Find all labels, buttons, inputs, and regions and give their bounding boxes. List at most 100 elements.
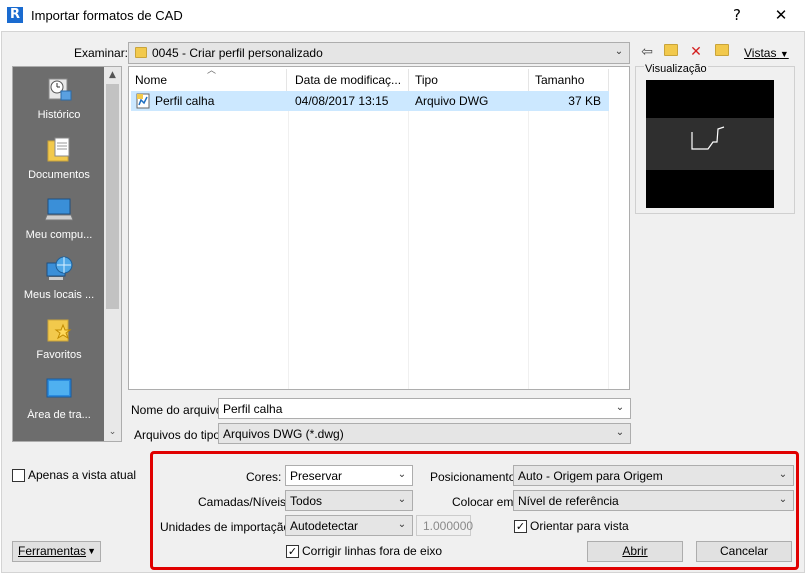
place-label: Documentos (28, 169, 90, 181)
tools-label: Ferramentas (18, 544, 87, 558)
desktop-icon (45, 375, 73, 403)
preview-band (646, 118, 774, 170)
current-view-only-checkbox[interactable] (12, 469, 25, 482)
place-documents[interactable]: Documentos (13, 135, 105, 181)
layers-value: Todos (290, 494, 323, 508)
positioning-label: Posicionamento: (430, 470, 519, 484)
file-type: Arquivo DWG (415, 94, 489, 108)
layers-dropdown[interactable]: Todos ⌄ (285, 490, 413, 511)
positioning-dropdown[interactable]: Auto - Origem para Origem ⌄ (513, 465, 794, 486)
place-label: Favoritos (36, 349, 82, 361)
views-label: Vistas (744, 46, 777, 60)
column-divider (528, 91, 529, 389)
place-history[interactable]: Histórico (13, 75, 105, 121)
help-button[interactable]: ? (724, 4, 750, 26)
back-arrow-icon[interactable]: ⇦ (637, 43, 657, 61)
network-globe-icon (45, 255, 73, 283)
place-desktop[interactable]: Área de tra... (13, 375, 105, 421)
folder-icon (135, 47, 147, 58)
computer-icon (44, 195, 74, 223)
caret-down-icon: ▼ (87, 546, 96, 556)
import-units-value: Autodetectar (290, 519, 359, 533)
column-divider (288, 91, 289, 389)
file-modified: 04/08/2017 13:15 (295, 94, 389, 108)
column-header-type[interactable]: Tipo (409, 69, 529, 91)
table-row[interactable]: Perfil calha 04/08/2017 13:15 Arquivo DW… (131, 91, 609, 111)
dwg-file-icon (135, 93, 151, 112)
views-menu[interactable]: Vistas ▼ (744, 46, 789, 60)
correct-lines-checkbox[interactable]: ✓ (286, 545, 299, 558)
orient-to-view-label: Orientar para vista (530, 519, 629, 533)
filetype-dropdown[interactable]: Arquivos DWG (*.dwg) ⌄ (218, 423, 631, 444)
new-folder-button[interactable] (712, 43, 732, 61)
layers-label: Camadas/Níveis: (198, 495, 290, 509)
window-title: Importar formatos de CAD (31, 8, 183, 23)
filename-input[interactable]: Perfil calha ⌄ (218, 398, 631, 419)
filename-label: Nome do arquivo: (131, 403, 226, 417)
place-at-dropdown[interactable]: Nível de referência ⌄ (513, 490, 794, 511)
caret-down-icon: ▼ (779, 49, 789, 59)
filetype-label: Arquivos do tipo: (134, 428, 224, 442)
file-list: ︿ Nome Data de modificaç... Tipo Tamanho… (128, 66, 630, 390)
new-folder-icon (715, 44, 729, 56)
look-in-label: Examinar: (74, 46, 129, 60)
cancel-button[interactable]: Cancelar (696, 541, 792, 562)
place-at-label: Colocar em: (452, 495, 517, 509)
chevron-down-icon: ⌄ (615, 427, 625, 438)
orient-to-view-checkbox[interactable]: ✓ (514, 520, 527, 533)
look-in-value: 0045 - Criar perfil personalizado (152, 46, 323, 60)
gutter-profile-drawing (691, 126, 725, 150)
colors-label: Cores: (246, 470, 282, 484)
import-scale-value: 1.000000 (423, 519, 474, 533)
filetype-value: Arquivos DWG (*.dwg) (223, 427, 344, 441)
place-label: Meu compu... (25, 229, 93, 241)
place-network[interactable]: Meus locais ... (13, 255, 105, 301)
look-in-dropdown[interactable]: 0045 - Criar perfil personalizado ⌄ (128, 42, 630, 64)
chevron-down-icon: ⌄ (778, 469, 788, 480)
place-label: Histórico (37, 109, 81, 121)
chevron-down-icon: ⌄ (397, 519, 407, 530)
column-header-size[interactable]: Tamanho (529, 69, 609, 91)
place-at-value: Nível de referência (518, 494, 619, 508)
colors-value: Preservar (290, 469, 343, 483)
import-units-label: Unidades de importação: (160, 520, 294, 534)
place-favorites[interactable]: Favoritos (13, 315, 105, 361)
scrollbar-thumb[interactable] (106, 84, 119, 309)
places-scrollbar[interactable]: ▲ ⌄ (104, 67, 121, 441)
correct-lines-label: Corrigir linhas fora de eixo (302, 544, 443, 558)
column-divider (408, 91, 409, 389)
open-label: Abrir (622, 544, 648, 558)
places-bar: Histórico Documentos Meu compu... Meus l… (12, 66, 122, 442)
positioning-value: Auto - Origem para Origem (518, 469, 663, 483)
documents-folder-icon (45, 135, 73, 163)
filename-value: Perfil calha (223, 402, 283, 416)
scroll-up-icon[interactable]: ▲ (104, 67, 121, 84)
preview-label: Visualização (644, 63, 708, 75)
file-size: 37 KB (568, 94, 601, 108)
chevron-down-icon: ⌄ (615, 402, 625, 413)
tools-button[interactable]: Ferramentas ▼ (12, 541, 101, 562)
title-bar: R Importar formatos de CAD ? ✕ (0, 0, 806, 31)
chevron-down-icon: ⌄ (397, 494, 407, 505)
column-header-modified[interactable]: Data de modificaç... (289, 69, 409, 91)
colors-dropdown[interactable]: Preservar ⌄ (285, 465, 413, 486)
place-computer[interactable]: Meu compu... (13, 195, 105, 241)
chevron-down-icon: ⌄ (778, 494, 788, 505)
delete-icon[interactable]: ✕ (686, 43, 706, 61)
scroll-down-icon[interactable]: ⌄ (104, 424, 121, 441)
place-label: Área de tra... (27, 409, 91, 421)
column-header-name[interactable]: Nome (129, 69, 287, 91)
revit-logo-icon: R (7, 7, 23, 23)
current-view-only-label: Apenas a vista atual (28, 468, 137, 482)
up-folder-icon (664, 44, 678, 56)
favorites-folder-icon (45, 315, 73, 343)
import-scale-input: 1.000000 (416, 515, 474, 536)
up-folder-button[interactable] (661, 43, 681, 61)
chevron-down-icon: ⌄ (397, 469, 407, 480)
column-divider (608, 91, 609, 389)
import-units-dropdown[interactable]: Autodetectar ⌄ (285, 515, 413, 536)
history-icon (45, 75, 73, 103)
close-button[interactable]: ✕ (768, 4, 794, 26)
cancel-label: Cancelar (719, 544, 769, 558)
open-button[interactable]: Abrir (587, 541, 683, 562)
